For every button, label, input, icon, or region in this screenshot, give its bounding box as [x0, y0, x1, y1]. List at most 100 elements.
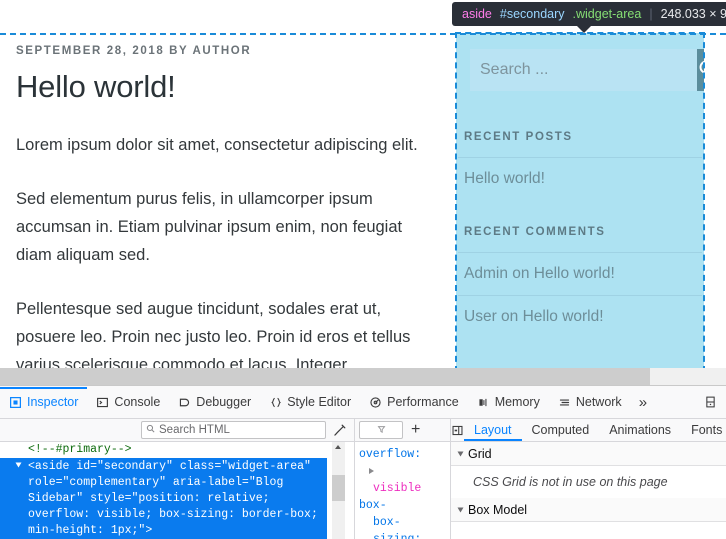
tab-performance[interactable]: Performance [360, 387, 468, 418]
infobar-separator: | [649, 7, 653, 21]
tab-layout[interactable]: Layout [464, 420, 522, 441]
rules-toolbar: + [355, 419, 450, 442]
recent-posts-list: Hello world! [458, 157, 702, 200]
post-body: Lorem ipsum dolor sit amet, consectetur … [16, 131, 434, 368]
widget-title: RECENT COMMENTS [464, 226, 606, 238]
search-widget [456, 33, 704, 105]
tab-style-editor[interactable]: Style Editor [260, 387, 360, 418]
tab-animations[interactable]: Animations [599, 420, 681, 441]
markup-vertical-scrollbar[interactable] [332, 442, 345, 539]
tab-computed[interactable]: Computed [522, 420, 600, 441]
tab-label: Console [114, 395, 161, 409]
devtools-body: Search HTML <!--#primary--> <aside id="s… [0, 419, 726, 539]
devtools-panel: Inspector Console Debugger Style Editor … [0, 385, 726, 539]
css-property: overflow: [359, 448, 422, 461]
markup-node-text: <aside id="secondary" class="widget-area… [28, 460, 318, 537]
scrollbar-thumb[interactable] [332, 475, 345, 501]
infobar-arrow [576, 25, 592, 33]
css-value-row[interactable]: visible [359, 480, 448, 497]
tab-label: Network [575, 395, 622, 409]
chevron-down-icon [457, 451, 464, 456]
infobar-id: #secondary [499, 7, 565, 21]
scroll-up-icon[interactable] [335, 445, 341, 449]
post-meta: SEPTEMBER 28, 2018 BY AUTHOR [16, 45, 252, 57]
search-input[interactable] [470, 49, 697, 91]
tab-memory[interactable]: Memory [468, 387, 549, 418]
toolbar-overflow-button[interactable]: » [631, 387, 655, 418]
recent-comment-link[interactable]: User on Hello world! [464, 308, 604, 325]
css-declaration-cont[interactable]: box-sizing: [359, 514, 448, 539]
devtools-toolbar: Inspector Console Debugger Style Editor … [0, 386, 726, 419]
css-declaration[interactable]: box- [359, 497, 448, 514]
tab-label: Memory [494, 395, 540, 409]
debugger-icon [178, 396, 191, 409]
section-grid-header[interactable]: Grid [451, 442, 726, 466]
widget-title: RECENT POSTS [464, 131, 573, 143]
highlight-guide-top [0, 33, 726, 35]
post-paragraph: Pellentesque sed augue tincidunt, sodale… [16, 300, 411, 368]
markup-toolbar: Search HTML [0, 419, 354, 442]
css-value: visible [373, 482, 422, 495]
search-submit-button[interactable] [697, 49, 704, 91]
infobar-dimensions: 248.033 × 977.2 [660, 7, 726, 21]
search-icon [146, 424, 155, 436]
node-infobar-tooltip: aside #secondary .widget-area | 248.033 × … [452, 2, 726, 33]
chevron-down-icon [457, 507, 464, 512]
tab-label: Style Editor [287, 395, 352, 409]
tab-label: Inspector [27, 395, 79, 409]
list-item[interactable]: Admin on Hello world! [458, 252, 702, 295]
three-pane-icon[interactable] [451, 420, 464, 441]
blog-sidebar: RECENT POSTS Hello world! RECENT COMMENT… [455, 32, 705, 368]
section-label: Grid [468, 446, 492, 461]
recent-comment-link[interactable]: Admin on Hello world! [464, 265, 615, 282]
chevron-down-icon[interactable] [15, 462, 22, 468]
rules-content[interactable]: overflow: visible box- box-sizing: [355, 442, 450, 539]
eyedropper-icon[interactable] [330, 422, 350, 439]
box-model-region [451, 522, 726, 539]
markup-comment-line[interactable]: <!--#primary--> [0, 442, 354, 458]
css-expander-row[interactable] [359, 463, 448, 480]
grid-empty-message: CSS Grid is not in use on this page [473, 475, 668, 489]
widget-recent-comments: RECENT COMMENTS Admin on Hello world! Us… [456, 226, 704, 338]
console-icon [96, 396, 109, 409]
infobar-tag: aside [462, 7, 492, 21]
markup-selected-node[interactable]: <aside id="secondary" class="widget-area… [0, 458, 327, 539]
inspector-icon [9, 396, 22, 409]
add-rule-button[interactable]: + [408, 422, 423, 438]
markup-tree[interactable]: <!--#primary--> <aside id="secondary" cl… [0, 442, 354, 539]
chevron-right-icon[interactable] [369, 468, 374, 474]
search-html-placeholder: Search HTML [159, 424, 230, 436]
post-paragraph: Lorem ipsum dolor sit amet, consectetur … [16, 136, 418, 154]
tab-console[interactable]: Console [87, 387, 169, 418]
filter-icon [377, 421, 386, 439]
search-html-input[interactable]: Search HTML [141, 421, 326, 439]
tab-debugger[interactable]: Debugger [169, 387, 260, 418]
recent-comments-list: Admin on Hello world! User on Hello worl… [458, 252, 702, 338]
recent-post-link[interactable]: Hello world! [464, 170, 545, 187]
tab-inspector[interactable]: Inspector [0, 387, 87, 418]
tab-label: Debugger [196, 395, 252, 409]
post-paragraph: Sed elementum purus felis, in ullamcorpe… [16, 190, 403, 264]
css-declaration[interactable]: overflow: [359, 446, 448, 463]
widget-recent-posts: RECENT POSTS Hello world! [456, 131, 704, 200]
css-property: box-sizing: [373, 516, 421, 539]
memory-icon [477, 396, 490, 409]
page-title: Hello world! [16, 69, 176, 104]
section-box-model-header[interactable]: Box Model [451, 498, 726, 522]
style-editor-icon [269, 396, 282, 409]
tab-network[interactable]: Network [549, 387, 631, 418]
layout-tabbar: Layout Computed Animations Fonts [451, 419, 726, 442]
infobar-classes: .widget-area [572, 7, 642, 21]
tab-fonts[interactable]: Fonts [681, 420, 726, 441]
page-horizontal-scrollbar[interactable] [0, 368, 726, 385]
section-label: Box Model [468, 502, 528, 517]
list-item[interactable]: User on Hello world! [458, 295, 702, 338]
filter-styles-input[interactable] [359, 421, 403, 439]
scrollbar-thumb[interactable] [0, 368, 650, 385]
article-column: SEPTEMBER 28, 2018 BY AUTHOR Hello world… [0, 33, 450, 368]
network-icon [558, 396, 571, 409]
performance-icon [369, 396, 382, 409]
rules-pane: + overflow: visible box- box- [355, 419, 451, 539]
dock-bottom-icon[interactable] [695, 387, 726, 418]
list-item[interactable]: Hello world! [458, 157, 702, 200]
